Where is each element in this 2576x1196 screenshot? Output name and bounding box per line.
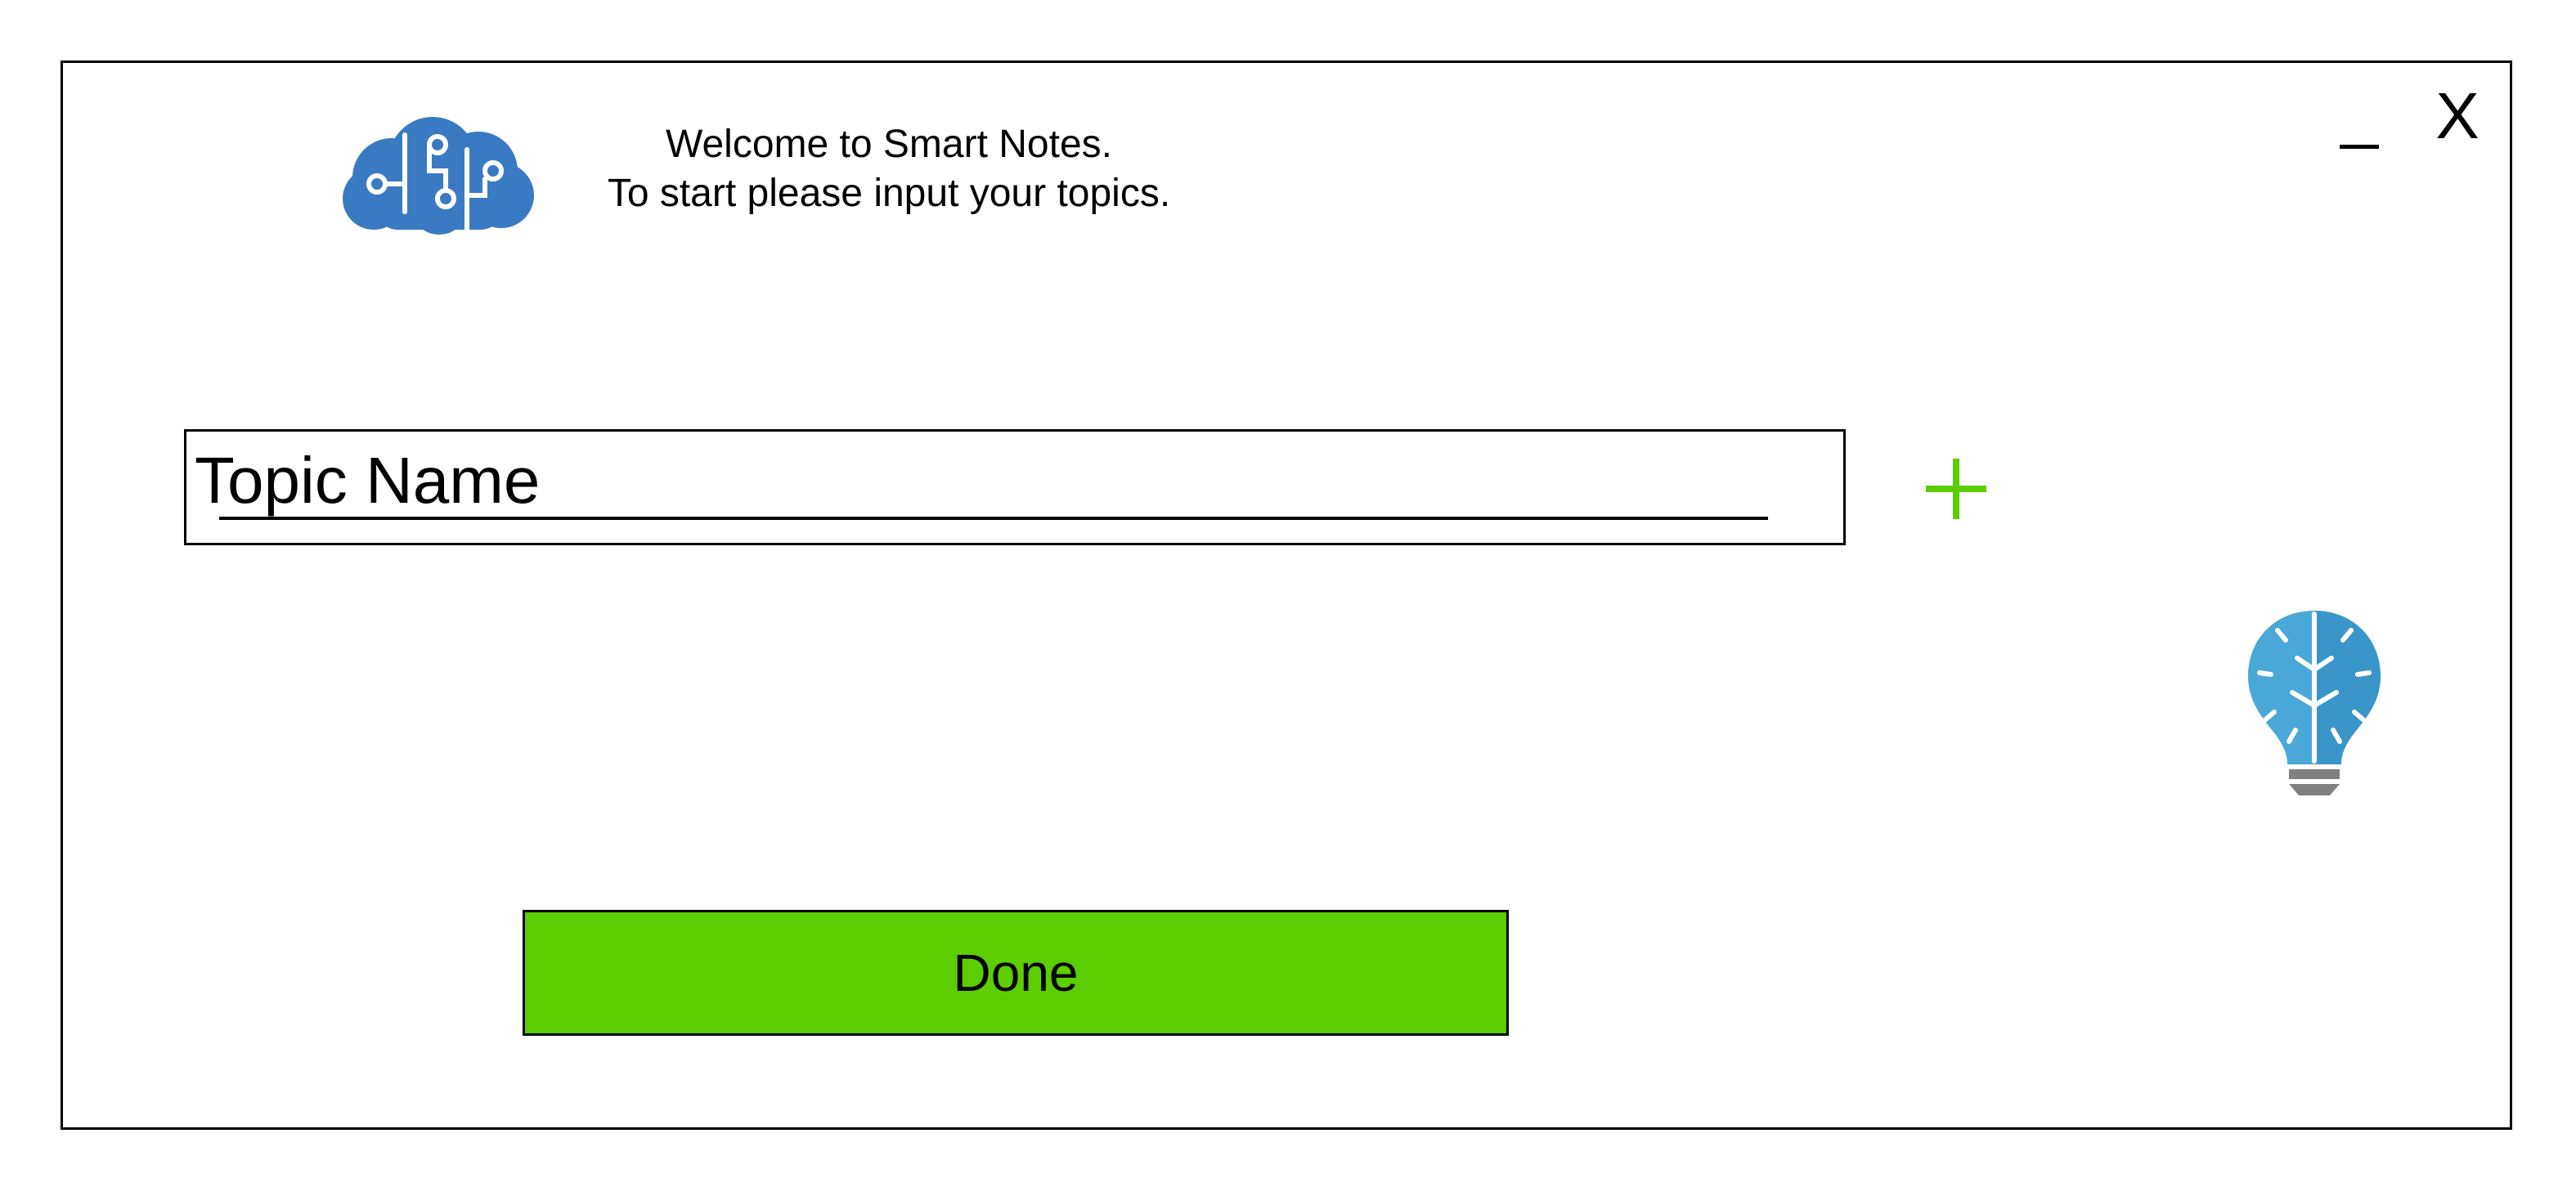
add-topic-button[interactable]	[1919, 452, 1993, 526]
close-button[interactable]: X	[2426, 79, 2488, 153]
plus-icon-vertical	[1953, 459, 1959, 519]
done-button[interactable]: Done	[523, 910, 1509, 1036]
topic-name-input[interactable]	[195, 440, 1765, 522]
brain-circuit-cloud-icon	[343, 117, 534, 235]
lightbulb-brain-icon	[2248, 611, 2381, 795]
smart-notes-window: Welcome to Smart Notes. To start please …	[61, 60, 2512, 1130]
minimize-button[interactable]	[2336, 112, 2382, 161]
welcome-line-1: Welcome to Smart Notes.	[666, 123, 1112, 166]
topic-name-field	[184, 429, 1846, 545]
welcome-line-2: To start please input your topics.	[607, 172, 1171, 215]
welcome-message: Welcome to Smart Notes. To start please …	[554, 120, 1224, 218]
topic-input-underline	[219, 517, 1768, 520]
